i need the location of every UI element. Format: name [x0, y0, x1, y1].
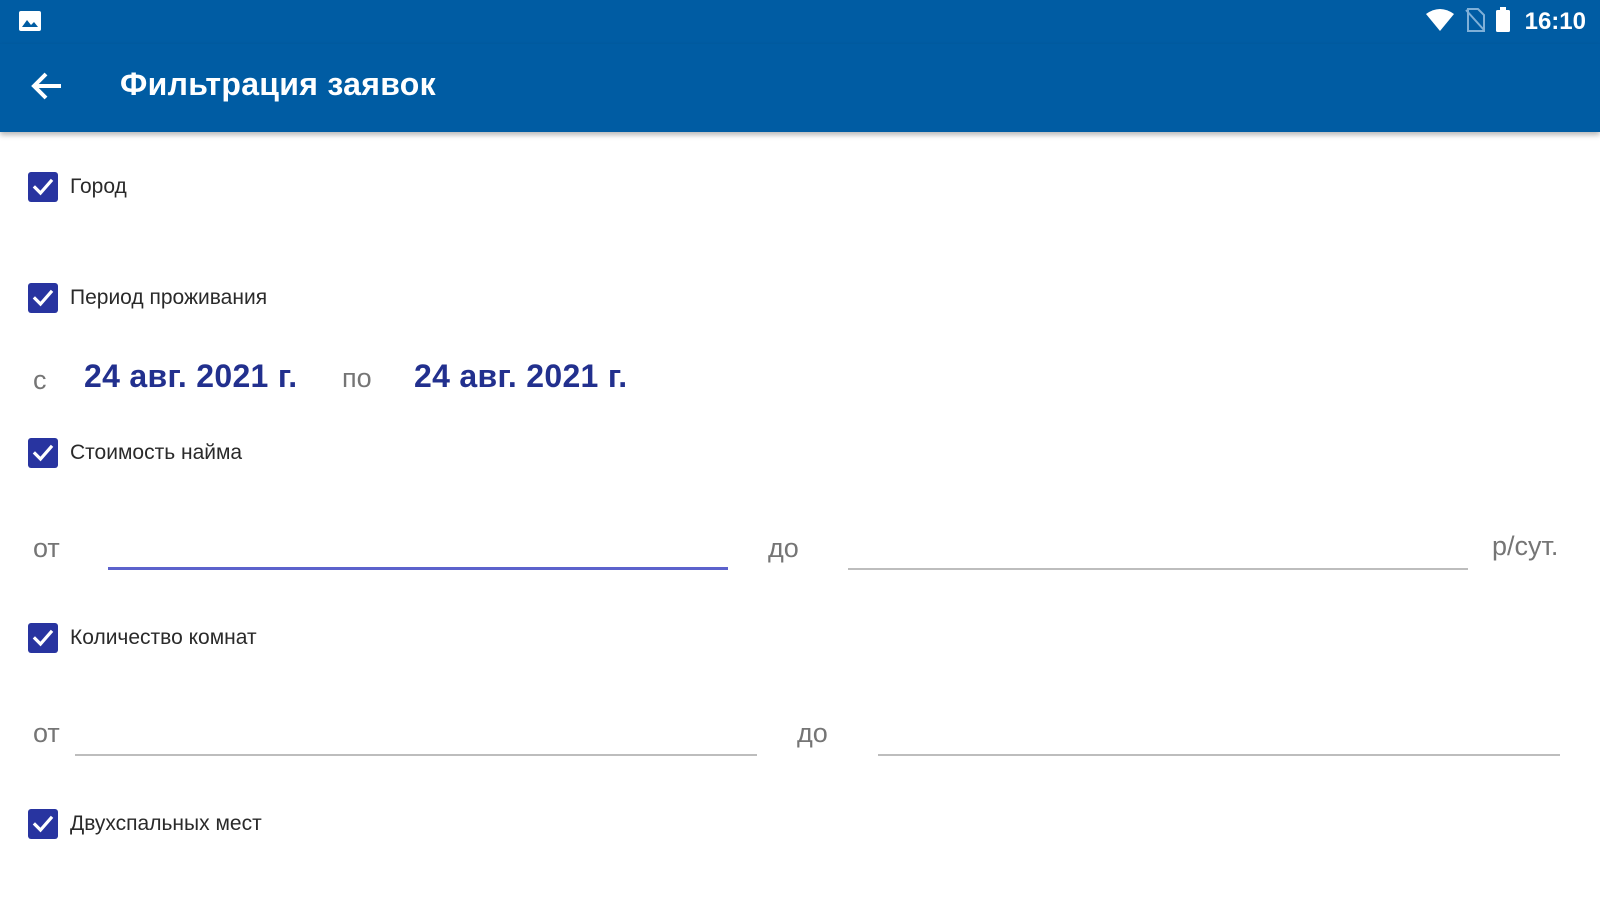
price-filter-checkbox-row[interactable]: Стоимость найма [28, 438, 242, 468]
price-label: Стоимость найма [70, 441, 243, 464]
city-filter-checkbox-row[interactable]: Город [28, 172, 127, 202]
price-unit-label: р/сут. [1492, 531, 1559, 561]
price-checkbox[interactable] [28, 438, 58, 468]
price-to-label: до [768, 533, 799, 563]
double-beds-filter-checkbox-row[interactable]: Двухспальных мест [28, 809, 262, 839]
period-from-date[interactable]: 24 авг. 2021 г. [84, 358, 297, 395]
check-icon [32, 289, 54, 307]
arrow-left-icon [31, 72, 63, 105]
rooms-filter-checkbox-row[interactable]: Количество комнат [28, 623, 257, 653]
check-icon [32, 815, 54, 833]
check-icon [32, 178, 54, 196]
filter-form: Город Период проживания с 24 авг. 2021 г… [0, 132, 1600, 900]
wifi-icon [1425, 8, 1455, 37]
period-to-label: по [342, 363, 372, 393]
page-title: Фильтрация заявок [120, 66, 436, 102]
double-beds-checkbox[interactable] [28, 809, 58, 839]
period-checkbox[interactable] [28, 283, 58, 313]
gallery-icon [18, 10, 42, 32]
rooms-from-label: от [33, 718, 60, 748]
status-time: 16:10 [1524, 8, 1586, 35]
period-filter-checkbox-row[interactable]: Период проживания [28, 283, 267, 313]
rooms-from-input[interactable] [75, 716, 757, 756]
price-from-input[interactable] [108, 530, 728, 570]
rooms-label: Количество комнат [70, 626, 257, 649]
no-sim-icon [1464, 7, 1485, 37]
check-icon [32, 444, 54, 462]
city-checkbox[interactable] [28, 172, 58, 202]
rooms-to-label: до [797, 718, 828, 748]
filter-screen: 16:10 Фильтрация заявок Город Период про… [0, 0, 1600, 900]
rooms-to-input[interactable] [878, 716, 1560, 756]
back-button[interactable] [22, 64, 72, 112]
app-bar: Фильтрация заявок [0, 44, 1600, 132]
rooms-checkbox[interactable] [28, 623, 58, 653]
battery-icon [1495, 6, 1511, 38]
double-beds-label: Двухспальных мест [70, 812, 262, 835]
status-bar: 16:10 [0, 0, 1600, 44]
price-from-label: от [33, 533, 60, 563]
period-to-date[interactable]: 24 авг. 2021 г. [414, 358, 627, 395]
price-to-input[interactable] [848, 530, 1468, 570]
check-icon [32, 629, 54, 647]
city-label: Город [70, 175, 127, 198]
period-label: Период проживания [70, 286, 268, 309]
period-from-label: с [33, 365, 47, 395]
status-icons: 16:10 [1425, 6, 1586, 38]
